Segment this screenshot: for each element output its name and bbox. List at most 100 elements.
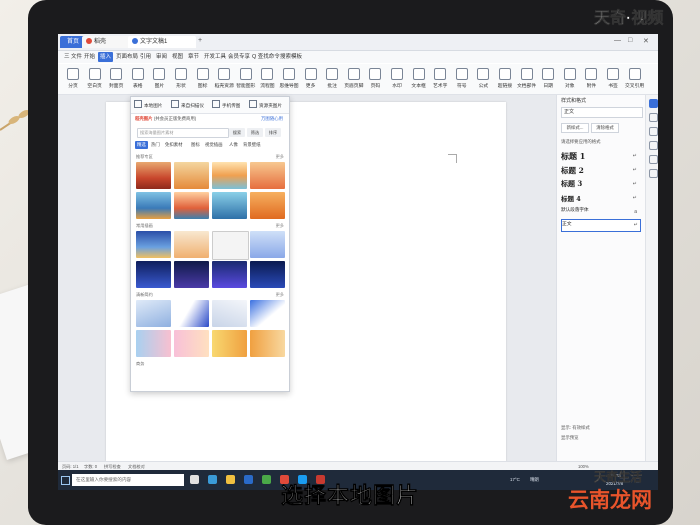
thumbnail[interactable] (136, 261, 171, 288)
menu-search-template[interactable]: 搜索模板 (278, 52, 304, 62)
thumbnail[interactable] (212, 330, 247, 357)
picture-search-input[interactable]: 搜索海量图片素材 (137, 128, 229, 138)
thumbnail[interactable] (174, 300, 209, 327)
ribbon-button[interactable]: 艺术字 (429, 66, 451, 92)
thumbnail[interactable] (174, 192, 209, 219)
menu-dev-tools[interactable]: 开发工具 (202, 52, 228, 62)
select-icon[interactable] (649, 113, 658, 122)
menu-references[interactable]: 引用 (138, 52, 153, 62)
new-style-button[interactable]: 新样式... (561, 123, 589, 133)
clear-format-button[interactable]: 清除格式 (591, 123, 619, 133)
thumbnail[interactable] (174, 162, 209, 189)
tab-document[interactable]: 文字文稿1 (128, 36, 196, 48)
ribbon-button[interactable]: 对象 (559, 66, 581, 92)
ribbon-button[interactable]: 思维导图 (278, 66, 300, 92)
phone-transfer-option[interactable]: 手机传图 (212, 100, 240, 110)
thumbnail[interactable] (250, 261, 285, 288)
minimize-icon[interactable]: — (614, 37, 621, 44)
ribbon-button[interactable]: 页眉页脚 (343, 66, 365, 92)
category-wallpaper[interactable]: 背景壁纸 (241, 141, 263, 149)
style-default-font[interactable]: 默认段落字体 a (561, 207, 639, 218)
thumbnail[interactable] (136, 162, 171, 189)
ribbon-button[interactable]: 交叉引用 (624, 66, 646, 92)
ribbon-button[interactable]: 符号 (451, 66, 473, 92)
scanner-option[interactable]: 来自扫描仪 (171, 100, 204, 110)
current-style-field[interactable]: 正文 (561, 107, 643, 118)
menu-file[interactable]: 三 文件 (62, 52, 84, 62)
style-heading-3[interactable]: 标题 3 ↵ (561, 179, 639, 190)
menu-chapter[interactable]: 章节 (186, 52, 201, 62)
style-heading-1[interactable]: 标题 1 ↵ (561, 151, 639, 162)
style-icon[interactable] (649, 99, 658, 108)
category-illustration[interactable]: 视觉插画 (203, 141, 225, 149)
tab-docer[interactable]: 稻壳 (82, 36, 134, 48)
sort-button[interactable]: 排序 (265, 128, 281, 137)
thumbnail[interactable] (250, 162, 285, 189)
style-heading-2[interactable]: 标题 2 ↵ (561, 165, 639, 176)
backup-icon[interactable] (649, 169, 658, 178)
category-hot[interactable]: 热门 (149, 141, 162, 149)
thumbnail[interactable] (136, 231, 171, 258)
ribbon-button[interactable]: 超链接 (494, 66, 516, 92)
ribbon-button[interactable]: 文本框 (408, 66, 430, 92)
shape-icon[interactable] (649, 127, 658, 136)
more-link[interactable]: 更多 (276, 154, 284, 160)
ribbon-button[interactable]: 更多 (300, 66, 322, 92)
thumbnail[interactable] (212, 192, 247, 219)
menu-view[interactable]: 视图 (170, 52, 185, 62)
ribbon-button[interactable]: 公式 (472, 66, 494, 92)
ribbon-button[interactable]: 页码 (364, 66, 386, 92)
ribbon-button[interactable]: 书签 (602, 66, 624, 92)
thumbnail[interactable] (174, 330, 209, 357)
thumbnail[interactable] (250, 192, 285, 219)
ribbon-button[interactable]: 表格 (127, 66, 149, 92)
show-styles-select[interactable]: 显示: 有效样式 (561, 425, 590, 431)
ribbon-button[interactable]: 形状 (170, 66, 192, 92)
filter-button[interactable]: 筛选 (247, 128, 263, 137)
category-featured[interactable]: 精选 (135, 141, 148, 149)
ribbon-button[interactable]: 稻壳资源 (213, 66, 235, 92)
thumbnail[interactable] (136, 330, 171, 357)
ribbon-button[interactable]: 空白页 (84, 66, 106, 92)
ribbon-button[interactable]: 批注 (321, 66, 343, 92)
ribbon-button[interactable]: 图片 (148, 66, 170, 92)
more-link[interactable]: 更多 (276, 292, 284, 298)
thumbnail[interactable] (212, 162, 247, 189)
menu-layout[interactable]: 页面布局 (114, 52, 140, 62)
search-button[interactable]: 搜索 (229, 128, 245, 137)
thumbnail[interactable] (212, 300, 247, 327)
zoom-level[interactable]: 100% (578, 464, 589, 469)
menu-insert[interactable]: 插入 (98, 52, 114, 62)
resource-folder-option[interactable]: 资源夹图片 (249, 100, 282, 110)
thumbnail[interactable] (250, 231, 285, 258)
menu-member[interactable]: 会员专享 (226, 52, 252, 62)
thumbnail[interactable] (174, 261, 209, 288)
tool-icon[interactable] (649, 155, 658, 164)
thumbnail[interactable] (250, 300, 285, 327)
thumbnail[interactable] (250, 330, 285, 357)
close-icon[interactable]: ✕ (643, 37, 649, 45)
unlimited-link[interactable]: 万图随心用 (261, 116, 283, 122)
category-cutout[interactable]: 免扣素材 (163, 141, 185, 149)
category-portrait[interactable]: 人像 (227, 141, 240, 149)
new-tab-button[interactable]: + (198, 37, 202, 44)
thumbnail[interactable] (136, 300, 171, 327)
ribbon-button[interactable]: 附件 (580, 66, 602, 92)
ribbon-button[interactable]: 流程图 (256, 66, 278, 92)
show-preview-checkbox[interactable]: 显示预览 (561, 435, 579, 441)
thumbnail[interactable] (174, 231, 209, 258)
thumbnail[interactable] (212, 261, 247, 288)
ribbon-button[interactable]: 封面页 (105, 66, 127, 92)
more-link[interactable]: 更多 (276, 223, 284, 229)
menu-review[interactable]: 审阅 (154, 52, 169, 62)
style-body[interactable]: 正文 ↵ (561, 219, 641, 232)
category-icons[interactable]: 图标 (189, 141, 202, 149)
maximize-icon[interactable]: □ (628, 37, 632, 44)
ribbon-button[interactable]: 水印 (386, 66, 408, 92)
ribbon-button[interactable]: 图标 (192, 66, 214, 92)
ribbon-button[interactable]: 文档部件 (516, 66, 538, 92)
ribbon-button[interactable]: 日期 (537, 66, 559, 92)
menu-home[interactable]: 开始 (82, 52, 97, 62)
thumbnail[interactable] (136, 192, 171, 219)
property-icon[interactable] (649, 141, 658, 150)
